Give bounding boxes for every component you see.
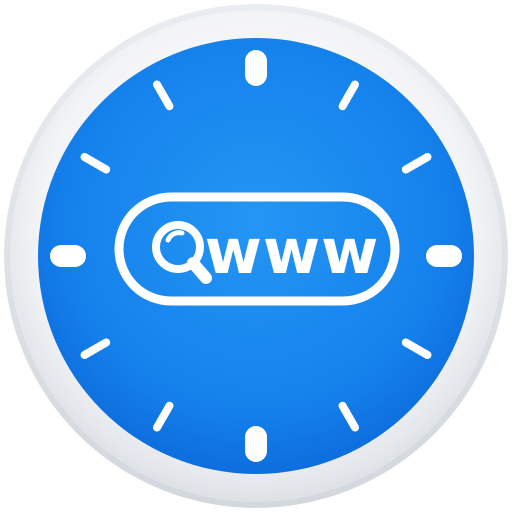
major-tick: [50, 245, 86, 267]
major-tick: [426, 245, 462, 267]
clock-badge-graphic: www: [4, 4, 508, 508]
major-tick: [245, 50, 267, 86]
www-label: www: [205, 215, 380, 288]
major-tick: [245, 426, 267, 462]
app-icon: www: [0, 0, 512, 512]
